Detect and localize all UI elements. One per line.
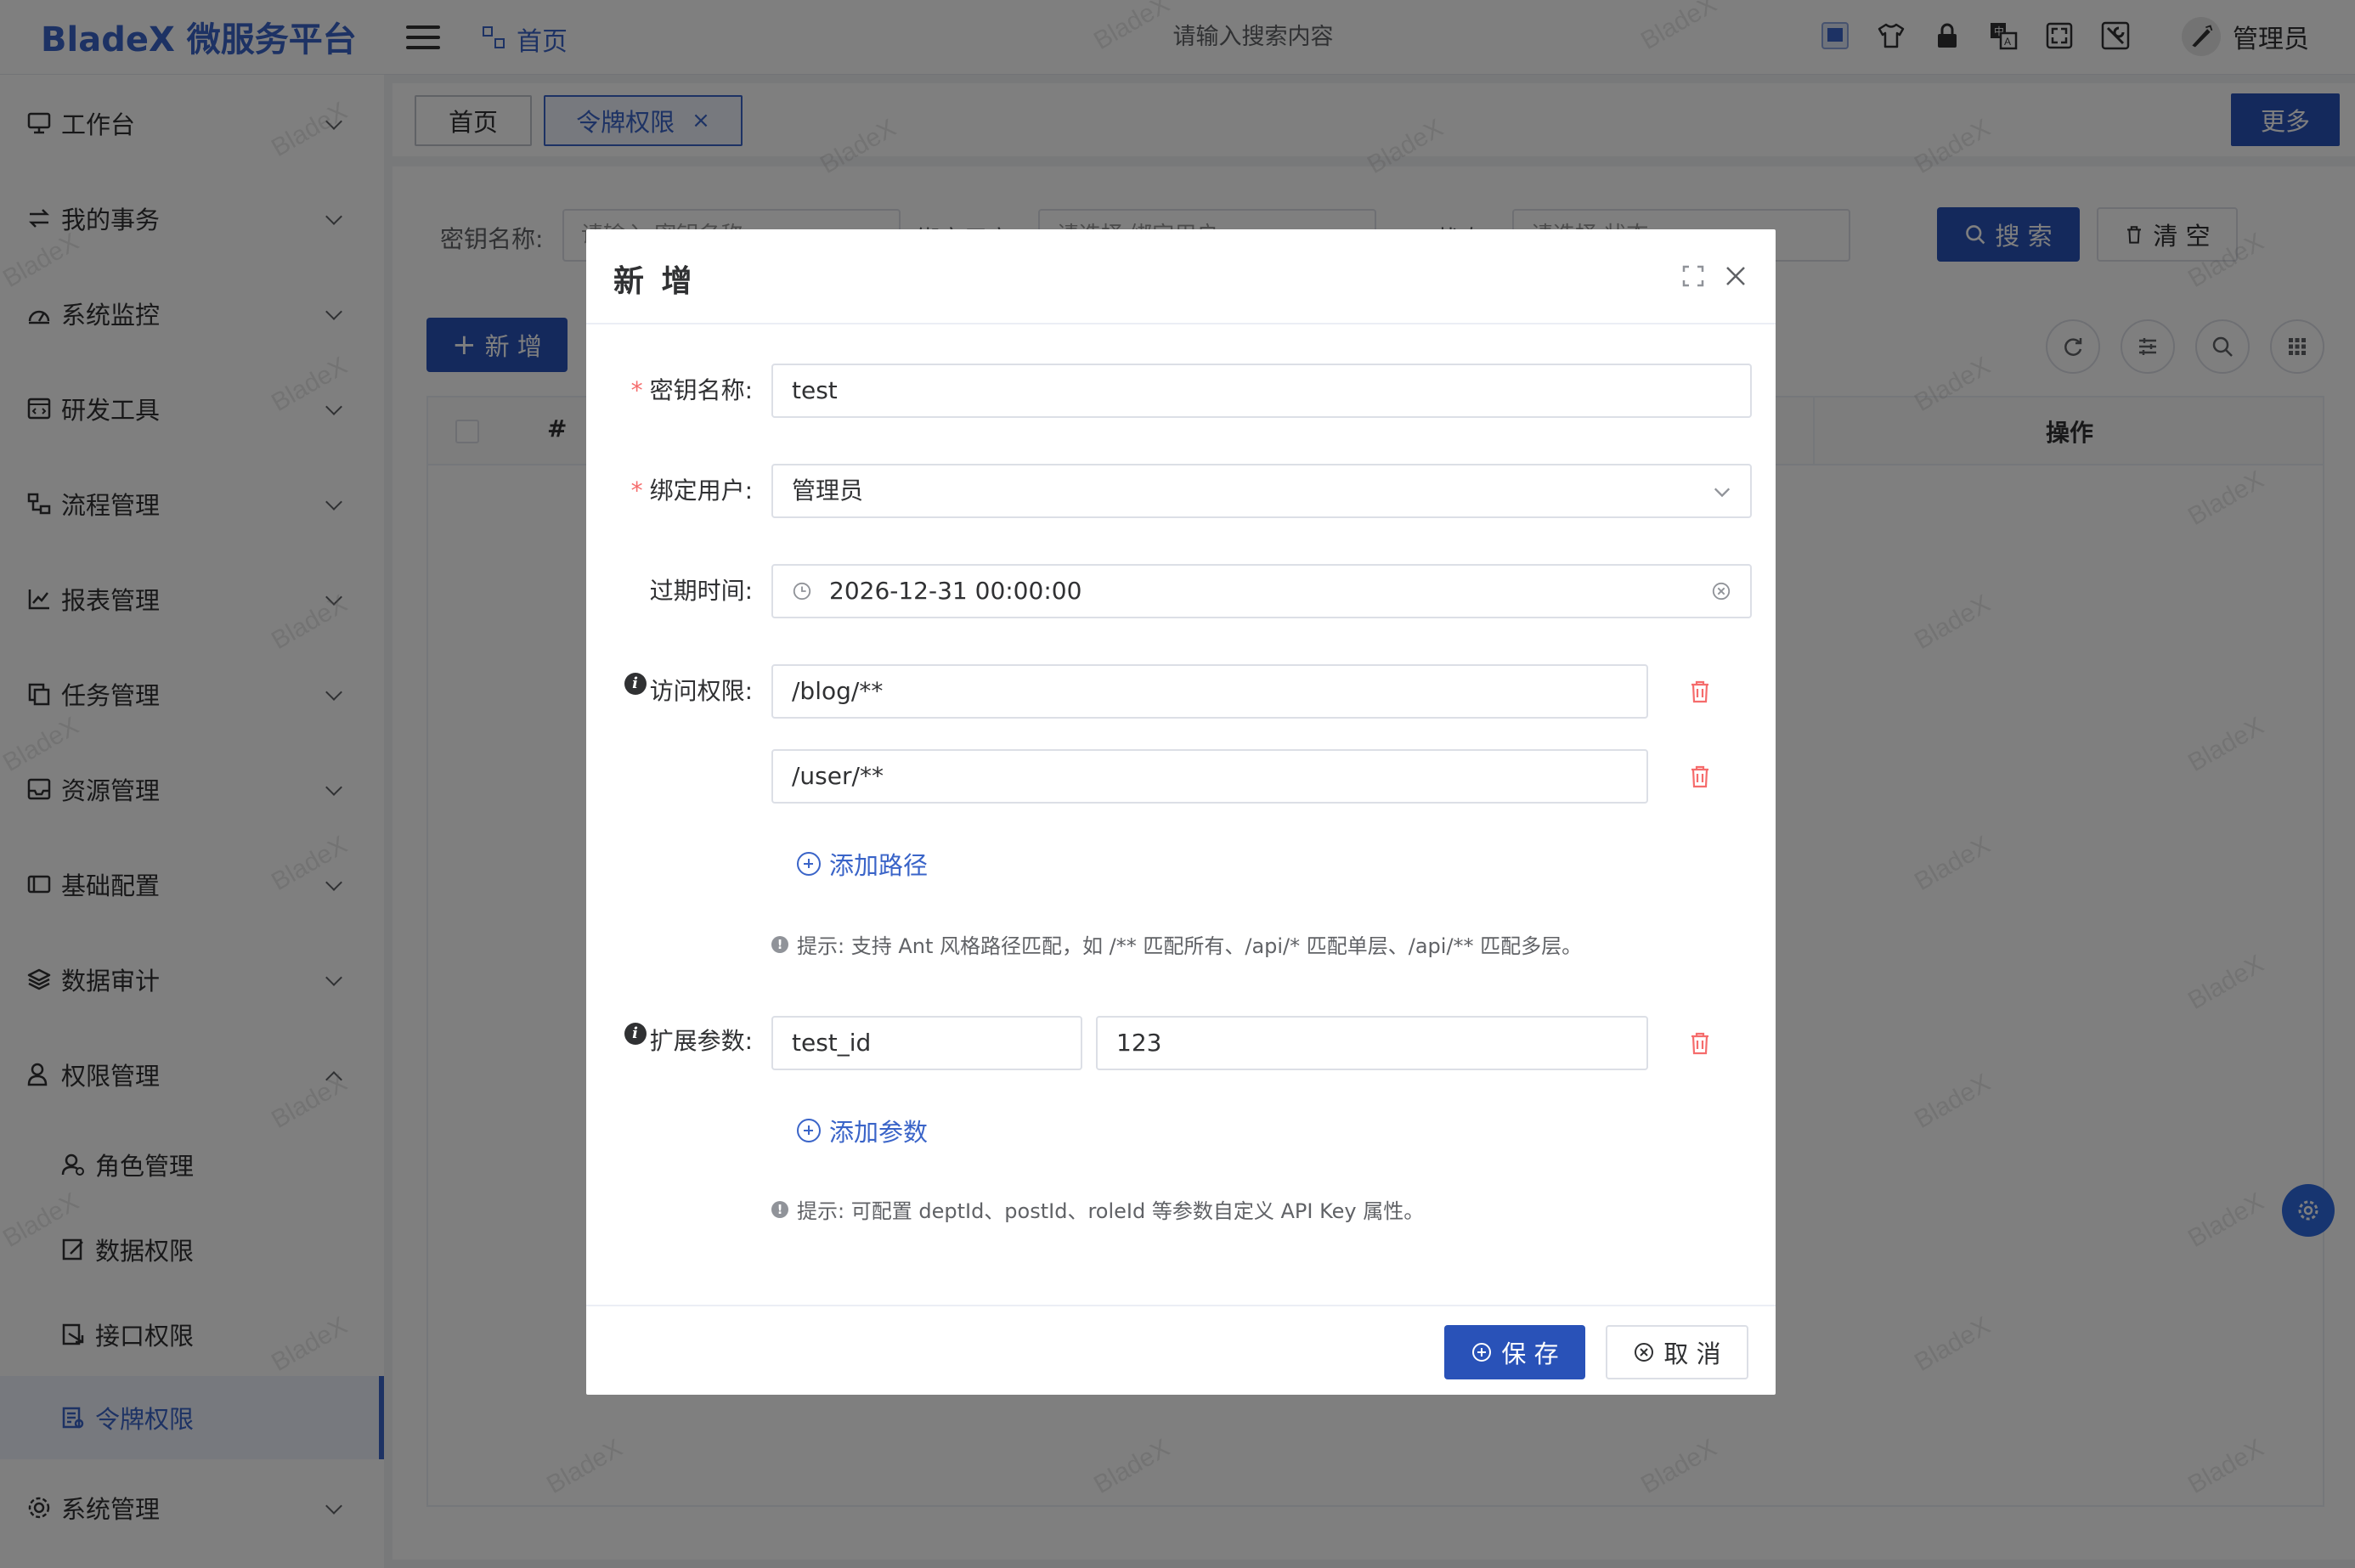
ext-label: i 扩展参数: xyxy=(586,1023,753,1057)
save-button-label: 保 存 xyxy=(1501,1340,1559,1368)
maximize-icon[interactable] xyxy=(1682,265,1704,287)
ext-value-input[interactable]: 123 xyxy=(1096,1016,1648,1070)
plus-circle-icon xyxy=(797,1119,821,1142)
expire-label: 过期时间: xyxy=(649,577,753,605)
dialog-header: 新 增 xyxy=(586,229,1776,324)
ext-label-text: 扩展参数: xyxy=(649,1027,753,1055)
expire-datetime-input[interactable]: 2026-12-31 00:00:00 xyxy=(771,564,1752,618)
access-label-text: 访问权限: xyxy=(649,677,753,705)
clear-circle-icon[interactable] xyxy=(1711,581,1731,601)
exclamation-icon: ! xyxy=(771,1200,788,1218)
bind-user-label: * 绑定用户: xyxy=(586,472,753,506)
add-path-label: 添加路径 xyxy=(829,851,929,880)
info-icon[interactable]: i xyxy=(624,673,647,695)
bind-user-select[interactable]: 管理员 xyxy=(771,464,1752,518)
add-dialog: 新 增 * 密钥名称: test * 绑定用户: 管理员 过期时间: 2026-12… xyxy=(586,229,1776,1395)
cancel-button[interactable]: 取 消 xyxy=(1606,1325,1748,1379)
key-name-label: * 密钥名称: xyxy=(586,372,753,406)
cancel-button-label: 取 消 xyxy=(1663,1340,1721,1368)
required-asterisk: * xyxy=(630,376,643,404)
exclamation-icon: ! xyxy=(771,935,788,953)
dialog-footer: 保 存 取 消 xyxy=(586,1305,1776,1395)
save-button[interactable]: 保 存 xyxy=(1444,1325,1585,1379)
path-input-2[interactable]: /user/** xyxy=(771,749,1648,804)
delete-path-1-icon[interactable] xyxy=(1689,680,1711,703)
delete-path-2-icon[interactable] xyxy=(1689,764,1711,788)
bind-user-value: 管理员 xyxy=(792,477,864,505)
delete-param-icon[interactable] xyxy=(1689,1031,1711,1055)
path-hint-text: 提示: 支持 Ant 风格路径匹配，如 /** 匹配所有、/api/* 匹配单层… xyxy=(797,934,1583,958)
ext-key-input[interactable]: test_id xyxy=(771,1016,1082,1070)
required-asterisk: * xyxy=(630,477,643,505)
chevron-down-icon xyxy=(1714,488,1731,498)
plus-circle-icon xyxy=(797,852,821,876)
key-name-label-text: 密钥名称: xyxy=(649,376,753,404)
key-name-input[interactable]: test xyxy=(771,364,1752,418)
clock-icon xyxy=(793,582,811,601)
plus-circle-icon xyxy=(1472,1343,1492,1362)
close-icon[interactable] xyxy=(1723,263,1748,289)
add-path-button[interactable]: 添加路径 xyxy=(797,846,928,882)
dialog-title: 新 增 xyxy=(613,264,696,299)
param-hint: ! 提示: 可配置 deptId、postId、roleId 等参数自定义 AP… xyxy=(771,1194,1424,1224)
expire-value: 2026-12-31 00:00:00 xyxy=(829,577,1082,605)
add-param-label: 添加参数 xyxy=(829,1118,929,1147)
access-label: i 访问权限: xyxy=(586,673,753,707)
path-hint: ! 提示: 支持 Ant 风格路径匹配，如 /** 匹配所有、/api/* 匹配… xyxy=(771,929,1582,959)
close-circle-icon xyxy=(1635,1343,1654,1362)
info-icon[interactable]: i xyxy=(624,1023,647,1045)
param-hint-text: 提示: 可配置 deptId、postId、roleId 等参数自定义 API … xyxy=(797,1199,1425,1223)
bind-user-label-text: 绑定用户: xyxy=(649,477,753,505)
add-param-button[interactable]: 添加参数 xyxy=(797,1113,928,1148)
path-input-1[interactable]: /blog/** xyxy=(771,664,1648,719)
